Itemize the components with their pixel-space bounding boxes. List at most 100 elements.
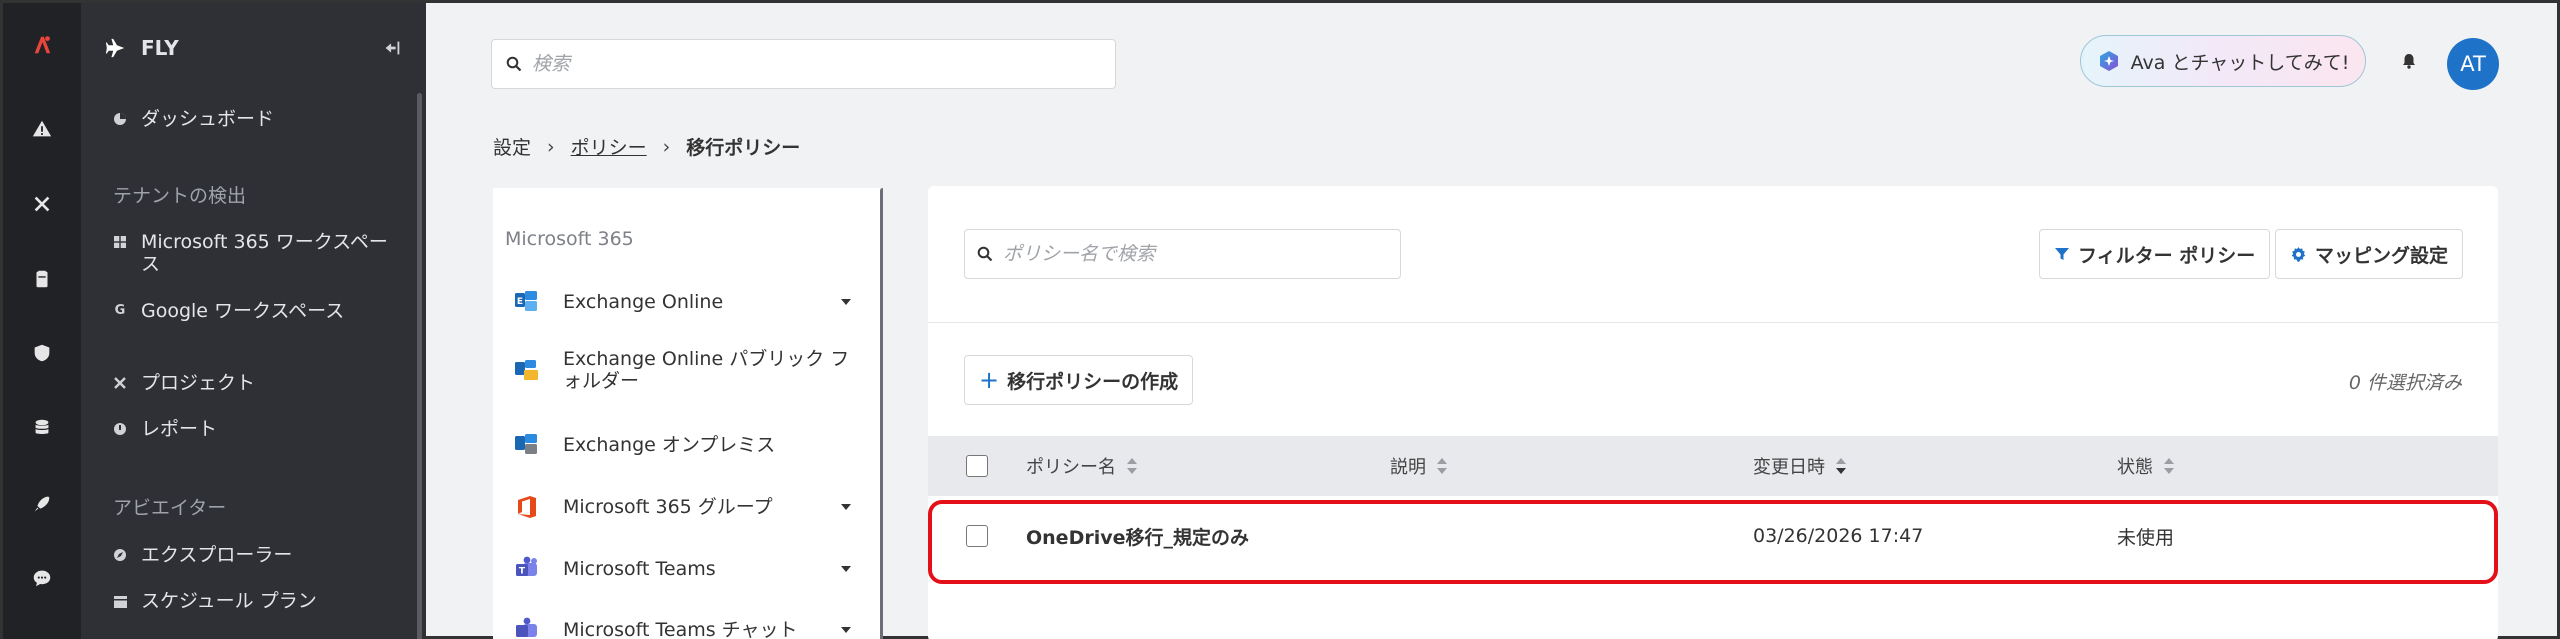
column-header-description[interactable]: 説明 — [1390, 436, 1448, 496]
logo-icon[interactable] — [3, 25, 81, 65]
svg-text:E: E — [517, 297, 523, 307]
list-item-teams-chat[interactable]: Microsoft Teams チャット — [513, 616, 853, 639]
list-item-exchange-online[interactable]: E Exchange Online — [513, 288, 853, 316]
caret-down-icon[interactable] — [839, 564, 853, 574]
sidebar-item-report[interactable]: レポート — [113, 418, 403, 440]
sidebar-item-label: Microsoft 365 ワークスペース — [141, 231, 388, 275]
sidebar-item-label: レポート — [141, 418, 218, 440]
global-search-input[interactable] — [532, 53, 1092, 75]
compass-icon — [113, 548, 127, 562]
sidebar-item-label: エクスプローラー — [141, 544, 293, 566]
column-header-modified[interactable]: 変更日時 — [1753, 436, 1847, 496]
ava-icon — [2099, 51, 2118, 71]
sidebar: FLY ダッシュボード テナントの検出 Microsoft 365 ワークスペー… — [81, 3, 426, 639]
collapse-sidebar-icon[interactable] — [381, 37, 403, 59]
alert-icon[interactable] — [3, 109, 81, 149]
app-name: FLY — [141, 36, 179, 60]
search-icon — [506, 56, 522, 72]
list-item-exchange-onprem[interactable]: Exchange オンプレミス — [513, 431, 853, 459]
sidebar-item-dashboard[interactable]: ダッシュボード — [113, 108, 403, 130]
mapping-settings-label: マッピング設定 — [2315, 244, 2449, 267]
global-search[interactable] — [491, 39, 1116, 89]
select-all-checkbox[interactable] — [966, 455, 988, 477]
report-icon — [113, 422, 127, 436]
mapping-settings-button[interactable]: マッピング設定 — [2275, 229, 2464, 279]
table-row[interactable]: OneDrive移行_規定のみ 03/26/2026 17:47 未使用 — [928, 496, 2498, 576]
grid-icon — [113, 235, 127, 249]
caret-down-icon[interactable] — [839, 625, 853, 635]
create-migration-policy-button[interactable]: + 移行ポリシーの作成 — [964, 355, 1194, 405]
search-icon — [977, 246, 993, 262]
sidebar-item-project[interactable]: プロジェクト — [113, 372, 403, 394]
policy-search[interactable] — [964, 229, 1401, 279]
chevron-right-icon: › — [662, 135, 671, 158]
svg-text:T: T — [519, 567, 526, 577]
database-icon[interactable] — [3, 408, 81, 448]
column-header-label: 状態 — [2117, 457, 2153, 478]
selected-count: 0 件選択済み — [2348, 372, 2462, 394]
office-icon — [518, 496, 536, 518]
sidebar-item-m365-workspace[interactable]: Microsoft 365 ワークスペース — [113, 231, 403, 275]
list-item-label: Exchange Online パブリック フォルダー — [563, 348, 850, 392]
bell-icon[interactable] — [2397, 49, 2421, 73]
list-item-teams[interactable]: T Microsoft Teams — [513, 555, 853, 583]
teams-chat-icon — [516, 617, 537, 637]
breadcrumb-settings[interactable]: 設定 — [493, 133, 531, 160]
ava-chat-label: Ava とチャットしてみて! — [2130, 51, 2350, 74]
list-item-label: Exchange Online — [563, 291, 724, 313]
filter-icon — [2055, 248, 2069, 260]
column-header-name[interactable]: ポリシー名 — [1026, 436, 1138, 496]
tools-icon[interactable] — [3, 184, 81, 224]
gear-icon — [2291, 246, 2306, 262]
list-item-m365-group[interactable]: Microsoft 365 グループ — [513, 493, 853, 521]
policy-search-input[interactable] — [1003, 243, 1383, 265]
list-heading: Microsoft 365 — [505, 228, 634, 250]
clipboard-icon[interactable] — [3, 259, 81, 299]
sidebar-item-label: Google ワークスペース — [141, 300, 345, 322]
sort-icon — [2164, 458, 2174, 474]
list-item-label: Microsoft Teams チャット — [563, 619, 798, 639]
sidebar-item-label: スケジュール プラン — [141, 590, 317, 612]
list-item-label: Exchange オンプレミス — [563, 434, 776, 456]
list-scrollbar[interactable] — [880, 188, 883, 639]
exchange-icon: E — [515, 291, 537, 311]
list-item-label: Microsoft Teams — [563, 558, 716, 580]
project-icon — [113, 376, 127, 390]
rocket-icon[interactable] — [3, 484, 81, 524]
plane-icon — [105, 38, 125, 58]
app-brand[interactable]: FLY — [105, 33, 179, 63]
filter-policy-button[interactable]: フィルター ポリシー — [2039, 229, 2271, 279]
chat-icon[interactable] — [3, 558, 81, 598]
teams-icon: T — [516, 556, 537, 577]
plus-icon: + — [979, 366, 1000, 394]
chevron-right-icon: › — [547, 135, 555, 158]
sidebar-item-google-workspace[interactable]: G Google ワークスペース — [113, 300, 403, 322]
ava-chat-button[interactable]: Ava とチャットしてみて! — [2080, 35, 2366, 87]
column-header-label: 変更日時 — [1753, 457, 1825, 478]
breadcrumb-policy[interactable]: ポリシー — [571, 133, 647, 160]
policy-panel: フィルター ポリシー マッピング設定 + 移行ポリシーの作成 0 件選択済み ポ… — [928, 186, 2498, 639]
cell-policy-name[interactable]: OneDrive移行_規定のみ — [1026, 496, 1249, 576]
column-header-label: 説明 — [1390, 457, 1426, 478]
create-migration-policy-label: 移行ポリシーの作成 — [1007, 370, 1179, 393]
sidebar-scrollbar[interactable] — [417, 93, 422, 639]
sort-desc-icon — [1836, 458, 1846, 474]
icon-rail — [3, 3, 81, 639]
filter-policy-label: フィルター ポリシー — [2078, 244, 2256, 267]
avatar[interactable]: AT — [2447, 38, 2499, 90]
sidebar-item-label: プロジェクト — [141, 372, 256, 394]
section-tenant-discovery: テナントの検出 — [113, 185, 247, 207]
column-header-status[interactable]: 状態 — [2117, 436, 2175, 496]
list-item-exchange-public-folder[interactable]: Exchange Online パブリック フォルダー — [513, 348, 853, 392]
caret-down-icon[interactable] — [839, 297, 853, 307]
public-folder-icon — [515, 360, 538, 380]
sidebar-item-schedule-plan[interactable]: スケジュール プラン — [113, 590, 403, 612]
caret-down-icon[interactable] — [839, 502, 853, 512]
policy-type-list: Microsoft 365 E Exchange Online Exchange… — [493, 188, 883, 639]
panel-divider — [928, 322, 2498, 323]
sort-icon — [1437, 458, 1447, 474]
sidebar-item-explorer[interactable]: エクスプローラー — [113, 544, 403, 566]
row-checkbox[interactable] — [966, 525, 988, 547]
sort-icon — [1127, 458, 1137, 474]
shield-icon[interactable] — [3, 333, 81, 373]
